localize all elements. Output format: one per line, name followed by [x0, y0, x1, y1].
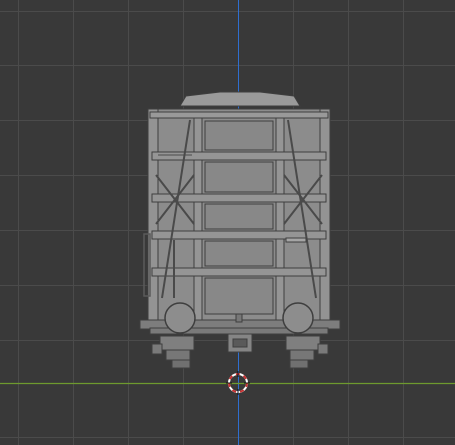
panel: [204, 161, 274, 193]
horizontal-rib: [151, 151, 327, 161]
wagon-roof: [179, 91, 301, 107]
right-buffer: [282, 302, 314, 334]
horizontal-rib: [151, 267, 327, 277]
panel: [204, 277, 274, 315]
panel: [204, 240, 274, 267]
coupling-hook: [235, 313, 243, 323]
panel: [204, 120, 274, 151]
top-rail: [149, 111, 329, 119]
stanchion: [275, 111, 285, 323]
3d-viewport[interactable]: [0, 0, 455, 445]
panel: [204, 203, 274, 230]
right-corner-post: [319, 108, 331, 323]
left-buffer: [164, 302, 196, 334]
handle: [285, 237, 307, 243]
freight-wagon-model[interactable]: [139, 91, 341, 369]
stanchion: [193, 111, 203, 323]
